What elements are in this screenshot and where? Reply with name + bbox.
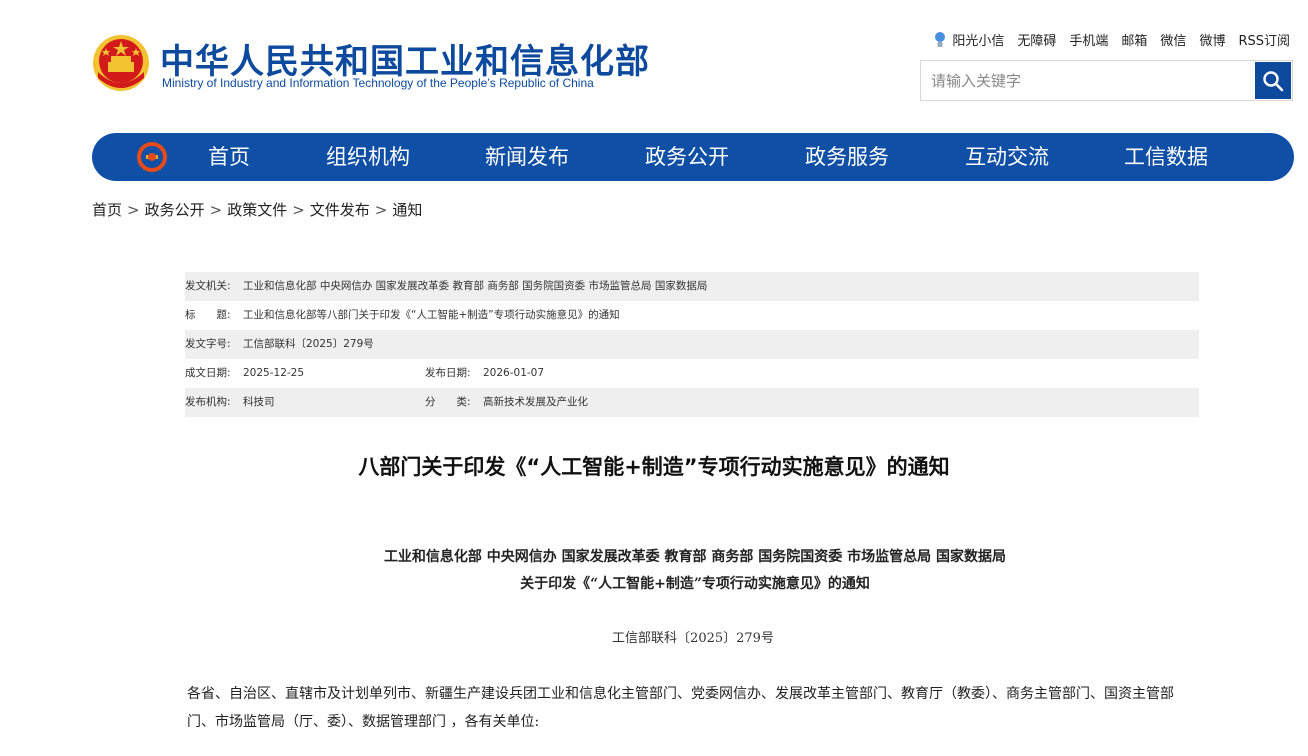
breadcrumb-separator: > [127, 201, 140, 219]
info-row-dates: 成文日期: 2025-12-25 发布日期: 2026-01-07 [185, 359, 1199, 388]
search-input[interactable] [921, 61, 1255, 100]
nav-item-gov-services[interactable]: 政务服务 [805, 133, 889, 181]
article-body-paragraph: 各省、自治区、直辖市及计划单列市、新疆生产建设兵团工业和信息化主管部门、党委网信… [187, 686, 1174, 730]
info-value: 工信部联科〔2025〕279号 [243, 338, 374, 350]
top-link-rss[interactable]: RSS订阅 [1238, 30, 1290, 49]
nav-item-data[interactable]: 工信数据 [1124, 133, 1208, 181]
article-subtitle-title: 关于印发《“人工智能+制造”专项行动实施意见》的通知 [520, 576, 870, 592]
article-title: 八部门关于印发《“人工智能+制造”专项行动实施意见》的通知 [358, 455, 950, 479]
search-icon [1263, 70, 1284, 91]
breadcrumb-gov-affairs[interactable]: 政务公开 [145, 201, 205, 219]
top-link-wechat[interactable]: 微信 [1160, 30, 1186, 49]
site-header: 中华人民共和国工业和信息化部 Ministry of Industry and … [0, 0, 1308, 130]
info-value: 高新技术发展及产业化 [483, 396, 588, 408]
info-label: 发文机关: [185, 280, 231, 292]
article-doc-number: 工信部联科〔2025〕279号 [612, 631, 774, 646]
info-label: 发文字号: [185, 338, 231, 350]
breadcrumb-home[interactable]: 首页 [92, 201, 122, 219]
info-value: 工业和信息化部 中央网信办 国家发展改革委 教育部 商务部 国务院国资委 市场监… [243, 280, 708, 292]
info-label: 成文日期: [185, 367, 231, 379]
breadcrumb-separator: > [209, 201, 223, 219]
top-link-sunshine[interactable]: 阳光小信 [952, 30, 1004, 49]
info-value: 科技司 [243, 396, 275, 408]
document-info-table: 发文机关: 工业和信息化部 中央网信办 国家发展改革委 教育部 商务部 国务院国… [185, 272, 1199, 417]
breadcrumb: 首页 > 政务公开 > 政策文件 > 文件发布 > 通知 [92, 199, 422, 220]
breadcrumb-notice[interactable]: 通知 [392, 201, 422, 219]
top-link-mobile[interactable]: 手机端 [1069, 30, 1108, 49]
info-label: 分 类: [425, 396, 471, 408]
top-link-mail[interactable]: 邮箱 [1121, 30, 1147, 49]
info-value: 2025-12-25 [243, 367, 305, 379]
info-row-docno: 发文字号: 工信部联科〔2025〕279号 [185, 330, 1199, 359]
main-nav: 首页 组织机构 新闻发布 政务公开 政务服务 互动交流 工信数据 [92, 133, 1294, 181]
search-button[interactable] [1255, 62, 1291, 99]
info-row-org: 发布机构: 科技司 分 类: 高新技术发展及产业化 [185, 388, 1199, 417]
nav-item-home[interactable]: 首页 [208, 133, 250, 181]
info-row-title: 标 题: 工业和信息化部等八部门关于印发《“人工智能+制造”专项行动实施意见》的… [185, 301, 1199, 330]
breadcrumb-separator: > [374, 201, 388, 219]
info-label: 标 题: [185, 309, 231, 321]
search-box [920, 60, 1293, 101]
breadcrumb-policy[interactable]: 政策文件 [227, 201, 287, 219]
top-link-accessibility[interactable]: 无障碍 [1017, 30, 1056, 49]
breadcrumb-documents[interactable]: 文件发布 [310, 201, 370, 219]
lightbulb-icon [935, 31, 946, 47]
miit-logo-icon [137, 142, 167, 172]
national-emblem-icon[interactable] [92, 32, 150, 94]
top-link-weibo[interactable]: 微博 [1199, 30, 1225, 49]
info-row-issuer: 发文机关: 工业和信息化部 中央网信办 国家发展改革委 教育部 商务部 国务院国… [185, 272, 1199, 301]
breadcrumb-separator: > [292, 201, 305, 219]
nav-item-organization[interactable]: 组织机构 [326, 133, 410, 181]
top-links: 阳光小信 无障碍 手机端 邮箱 微信 微博 RSS订阅 [934, 30, 1290, 49]
nav-item-news[interactable]: 新闻发布 [485, 133, 569, 181]
nav-item-gov-affairs[interactable]: 政务公开 [645, 133, 729, 181]
info-label: 发布日期: [425, 367, 471, 379]
info-value: 工业和信息化部等八部门关于印发《“人工智能+制造”专项行动实施意见》的通知 [243, 309, 620, 321]
info-value: 2026-01-07 [483, 367, 545, 379]
article-subtitle-issuers: 工业和信息化部 中央网信办 国家发展改革委 教育部 商务部 国务院国资委 市场监… [383, 549, 1007, 565]
nav-item-interaction[interactable]: 互动交流 [965, 133, 1049, 181]
info-label: 发布机构: [185, 396, 231, 408]
site-title-english: Ministry of Industry and Information Tec… [162, 76, 594, 90]
